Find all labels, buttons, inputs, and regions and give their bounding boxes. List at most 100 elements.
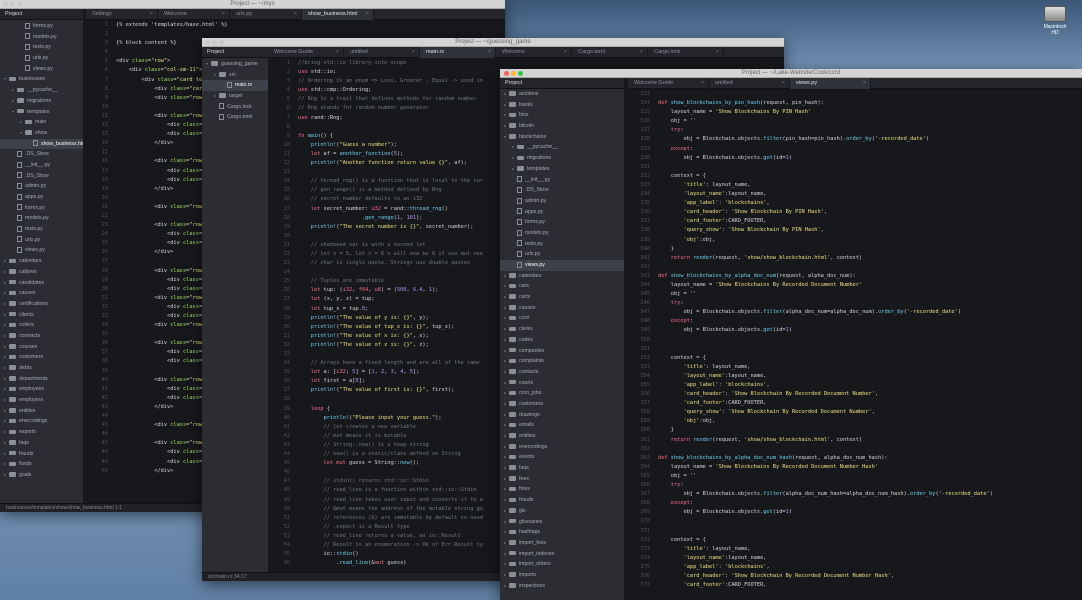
tree-folder[interactable]: ▸ import_indexes bbox=[500, 549, 624, 560]
close-icon[interactable]: × bbox=[294, 9, 297, 20]
tree-folder[interactable]: ▸ bitcoin bbox=[500, 121, 624, 132]
tree-folder[interactable]: ▾ guessing_game bbox=[202, 59, 268, 70]
tree-folder[interactable]: ▸ ccrd bbox=[500, 313, 624, 324]
close-icon[interactable]: × bbox=[150, 9, 153, 20]
tab-welcome[interactable]: Welcome × bbox=[158, 9, 230, 20]
close-icon[interactable]: × bbox=[366, 9, 369, 20]
tree-file[interactable]: models.py bbox=[0, 213, 83, 224]
tree-folder[interactable]: ▸ companies bbox=[500, 346, 624, 357]
tree-folder[interactable]: ▸ courts bbox=[500, 378, 624, 389]
tree-folder[interactable]: ▾ show bbox=[0, 128, 83, 139]
tree-folder[interactable]: ▸ fees bbox=[500, 474, 624, 485]
tree-folder[interactable]: ▸ customers bbox=[500, 399, 624, 410]
tree-folder[interactable]: ▸ entities bbox=[500, 431, 624, 442]
tree-file[interactable]: tests.py bbox=[0, 224, 83, 235]
window-titlebar[interactable]: Project — ~/guessing_game bbox=[202, 38, 784, 47]
tab-cargo-toml[interactable]: Cargo.toml × bbox=[572, 47, 648, 58]
tree-folder[interactable]: ▾ src bbox=[202, 70, 268, 81]
tree-file[interactable]: admin.py bbox=[500, 196, 624, 207]
tree-file[interactable]: forms.py bbox=[0, 21, 83, 32]
tree-file[interactable]: forms.py bbox=[500, 217, 624, 228]
tree-folder[interactable]: ▸ causes bbox=[500, 303, 624, 314]
tree-folder[interactable]: ▸ goals bbox=[0, 470, 83, 481]
zoom-button[interactable] bbox=[518, 71, 523, 76]
tree-file[interactable]: admin.py bbox=[0, 181, 83, 192]
tree-folder[interactable]: ▾ blockchains bbox=[500, 132, 624, 143]
tree-folder[interactable]: ▸ funds bbox=[0, 459, 83, 470]
tree-folder[interactable]: ▸ faqs bbox=[500, 463, 624, 474]
tree-folder[interactable]: ▸ import_fees bbox=[500, 538, 624, 549]
tree-folder[interactable]: ▸ cron_jobs bbox=[500, 388, 624, 399]
window-titlebar[interactable]: Project — ~/mys bbox=[0, 0, 505, 9]
tree-folder[interactable]: ▸ gis bbox=[500, 506, 624, 517]
tree-folder[interactable]: ▸ departments bbox=[0, 374, 83, 385]
tree-file[interactable]: urls.py bbox=[0, 235, 83, 246]
tree-folder[interactable]: ▸ clerks bbox=[500, 324, 624, 335]
close-icon[interactable]: × bbox=[782, 78, 785, 89]
close-icon[interactable]: × bbox=[412, 47, 415, 58]
close-button[interactable] bbox=[3, 2, 8, 7]
tree-file[interactable]: views.py bbox=[0, 64, 83, 75]
tree-folder[interactable]: ▸ imports bbox=[500, 570, 624, 581]
tab-main-rs[interactable]: main.rs × bbox=[420, 47, 496, 58]
tab-welcome-guide[interactable]: Welcome Guide × bbox=[628, 78, 709, 89]
tree-folder[interactable]: ▸ __pycache__ bbox=[0, 85, 83, 96]
tree-folder[interactable]: ▸ target bbox=[202, 91, 268, 102]
minimize-button[interactable] bbox=[511, 71, 516, 76]
tree-folder[interactable]: ▸ events bbox=[500, 452, 624, 463]
window-titlebar[interactable]: Project — ~/Lake-Website/Cook/ccrd bbox=[500, 69, 1082, 78]
tree-file[interactable]: Cargo.toml bbox=[202, 112, 268, 123]
tab-urls-py[interactable]: urls.py × bbox=[230, 9, 302, 20]
tree-file[interactable]: main.rs bbox=[202, 80, 268, 92]
tree-folder[interactable]: ▸ employers bbox=[0, 395, 83, 406]
tree-folder[interactable]: ▸ calendars bbox=[0, 256, 83, 267]
tree-folder[interactable]: ▸ emails bbox=[500, 420, 624, 431]
tree-folder[interactable]: ▸ clients bbox=[0, 310, 83, 321]
close-icon[interactable]: × bbox=[640, 47, 643, 58]
tree-file[interactable]: apps.py bbox=[500, 207, 624, 218]
tree-folder[interactable]: ▸ enercodings bbox=[500, 442, 624, 453]
tree-folder[interactable]: ▸ contacts bbox=[500, 367, 624, 378]
close-icon[interactable]: × bbox=[336, 47, 339, 58]
close-icon[interactable]: × bbox=[716, 47, 719, 58]
tree-file[interactable]: show_business.html bbox=[0, 138, 83, 150]
tab-show-business-html[interactable]: show_business.html × bbox=[302, 9, 374, 20]
tree-file[interactable]: Cargo.lock bbox=[202, 102, 268, 113]
tree-folder[interactable]: ▸ customers bbox=[0, 352, 83, 363]
tree-folder[interactable]: ▸ banks bbox=[500, 100, 624, 111]
tree-folder[interactable]: ▸ collers bbox=[0, 320, 83, 331]
tree-folder[interactable]: ▸ fines bbox=[500, 484, 624, 495]
tree-folder[interactable]: ▸ drawings bbox=[500, 410, 624, 421]
tree-folder[interactable]: ▸ auctions bbox=[500, 89, 624, 100]
tab-views-py[interactable]: views.py × bbox=[790, 78, 871, 89]
tree-folder[interactable]: ▸ complaints bbox=[500, 356, 624, 367]
tree-folder[interactable]: ▸ import_others bbox=[500, 559, 624, 570]
tab-untitled[interactable]: untitled × bbox=[344, 47, 420, 58]
tree-file[interactable]: apps.py bbox=[0, 192, 83, 203]
tree-folder[interactable]: ▸ enercodings bbox=[0, 416, 83, 427]
tab-settings[interactable]: Settings × bbox=[86, 9, 158, 20]
tree-file[interactable]: .DS_Store bbox=[500, 185, 624, 196]
tree-folder[interactable]: ▸ employees bbox=[0, 384, 83, 395]
close-icon[interactable]: × bbox=[863, 78, 866, 89]
zoom-button[interactable] bbox=[17, 2, 22, 7]
tree-folder[interactable]: ▸ glossaries bbox=[500, 517, 624, 528]
tree-file[interactable]: tests.py bbox=[0, 42, 83, 53]
tab-welcome[interactable]: Welcome × bbox=[496, 47, 572, 58]
tree-file[interactable]: models.py bbox=[500, 228, 624, 239]
close-icon[interactable]: × bbox=[701, 78, 704, 89]
project-tree-panel[interactable]: Project forms.py models.py tests.py urls.py… bbox=[0, 9, 83, 512]
tree-file[interactable]: .DS_Store bbox=[0, 171, 83, 182]
tree-folder[interactable]: ▸ inspections bbox=[500, 581, 624, 592]
project-tree-panel[interactable]: Project ▸ auctions ▸ banks ▸ bios ▸ bitcoin ▾ blo… bbox=[500, 78, 624, 600]
tree-folder[interactable]: ▸ bios bbox=[500, 110, 624, 121]
hard-drive-icon[interactable]: Macintosh HD bbox=[1040, 6, 1070, 36]
tree-folder[interactable]: ▸ frauds bbox=[500, 495, 624, 506]
tree-folder[interactable]: ▸ exports bbox=[0, 427, 83, 438]
project-tree-panel[interactable]: Project ▾ guessing_game ▾ src main.rs ▸ target… bbox=[202, 47, 268, 581]
tree-file[interactable]: views.py bbox=[0, 245, 83, 256]
tree-folder[interactable]: ▸ certifications bbox=[0, 299, 83, 310]
tree-folder[interactable]: ▸ causes bbox=[0, 288, 83, 299]
close-button[interactable] bbox=[504, 71, 509, 76]
minimize-button[interactable] bbox=[212, 40, 217, 45]
